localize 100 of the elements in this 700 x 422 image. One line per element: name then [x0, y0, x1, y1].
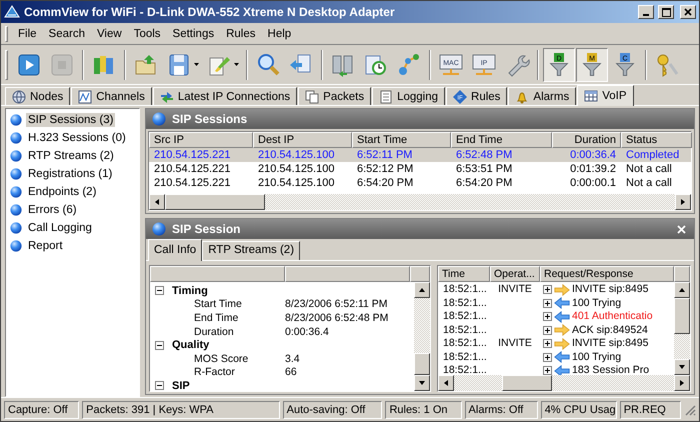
column-header[interactable] [285, 266, 410, 282]
column-header[interactable] [150, 266, 285, 282]
minimize-button[interactable] [638, 5, 654, 19]
maximize-button[interactable] [658, 5, 674, 19]
vertical-scrollbar[interactable] [674, 282, 690, 375]
column-header[interactable]: Dest IP [253, 132, 352, 148]
scroll-thumb[interactable] [674, 298, 690, 334]
tab[interactable]: Packets [298, 87, 372, 105]
scroll-left-icon[interactable] [153, 198, 161, 206]
vertical-scrollbar[interactable] [414, 282, 430, 391]
right-arrow-icon [554, 324, 570, 336]
expand-icon[interactable] [543, 285, 552, 294]
field-value: 66 [285, 366, 297, 378]
chart-icon [78, 90, 92, 104]
group-label[interactable]: Quality [164, 339, 210, 352]
table-cell: 183 Session Pro [572, 364, 650, 375]
tab[interactable]: Alarms [508, 87, 576, 105]
menu-item[interactable]: View [90, 26, 128, 42]
caret-icon [234, 63, 239, 66]
table-cell-text: 0:01:39.2 [569, 162, 617, 176]
expand-icon[interactable] [543, 352, 552, 362]
horizontal-scrollbar[interactable] [438, 375, 690, 391]
scroll-up-icon[interactable] [418, 286, 426, 294]
ball-icon [10, 204, 22, 216]
expand-icon[interactable] [543, 312, 552, 322]
menu-item[interactable]: Rules [220, 26, 262, 42]
sidebar-item[interactable]: Report [26, 238, 65, 252]
arrows-icon [160, 90, 174, 104]
close-button[interactable] [680, 5, 696, 19]
tab[interactable]: Logging [372, 87, 446, 105]
field-value: 3.4 [285, 352, 300, 365]
sidebar-item[interactable]: RTP Streams (2) [26, 148, 116, 162]
scroll-right-icon[interactable] [679, 198, 687, 206]
expand-icon[interactable] [543, 339, 552, 348]
maximize-icon [662, 8, 670, 16]
ball-icon [10, 132, 22, 144]
expand-icon[interactable] [543, 326, 552, 335]
column-header[interactable]: Operat... [490, 266, 540, 282]
tab[interactable]: Call Info [148, 239, 202, 261]
menu-item[interactable]: File [12, 26, 43, 42]
resize-grip-icon[interactable] [684, 404, 696, 416]
menu-item[interactable]: Search [42, 26, 91, 42]
close-icon [677, 224, 686, 234]
column-header[interactable]: Request/Response [540, 266, 674, 282]
scroll-down-icon[interactable] [678, 363, 686, 371]
stop-icon [49, 52, 75, 78]
column-header[interactable]: Duration [552, 132, 621, 148]
pages-icon [305, 90, 320, 104]
tab[interactable]: VoIP [577, 85, 634, 106]
menu-item[interactable]: Settings [166, 26, 220, 42]
table-cell: INVITE sip:8495 [572, 337, 648, 350]
sidebar-item[interactable]: SIP Sessions (3) [26, 112, 116, 126]
column-header[interactable]: Time [438, 266, 490, 282]
menu-item[interactable]: Help [262, 26, 298, 42]
status-text: Rules: 1 On [385, 400, 462, 418]
caret-icon [194, 63, 199, 66]
tab[interactable]: Latest IP Connections [152, 87, 298, 105]
sidebar-item[interactable]: Call Logging [26, 220, 94, 234]
collapse-icon[interactable] [155, 340, 164, 350]
tab[interactable]: Channels [71, 87, 152, 105]
scroll-right-icon[interactable] [678, 379, 686, 387]
field-value: 8/23/2006 6:52:48 PM [285, 312, 388, 324]
table-cell: INVITE [498, 283, 532, 296]
tab[interactable]: Nodes [5, 87, 70, 105]
field-name: R-Factor [194, 366, 236, 378]
expand-icon[interactable] [543, 298, 552, 308]
sidebar-item[interactable]: Endpoints (2) [26, 184, 98, 198]
network-icon [396, 52, 422, 78]
ball-icon [10, 168, 22, 180]
table-cell-text: 210.54.125.100 [257, 176, 336, 190]
expand-icon[interactable] [543, 366, 552, 375]
table-cell-text: 210.54.125.221 [153, 162, 232, 176]
sidebar-item[interactable]: Errors (6) [26, 202, 79, 216]
table-cell-text: 18:52:1... [442, 283, 488, 296]
menu-item[interactable]: Tools [128, 26, 167, 42]
table-cell-text: 210.54.125.100 [257, 162, 336, 176]
column-header[interactable]: End Time [451, 132, 552, 148]
group-label[interactable]: Timing [164, 284, 208, 297]
column-header[interactable]: Status [621, 132, 692, 148]
scroll-thumb[interactable] [502, 375, 552, 391]
table-cell-text: 18:52:1... [442, 337, 488, 350]
right-arrow-icon [554, 284, 570, 296]
scroll-left-icon[interactable] [442, 379, 450, 387]
scroll-thumb[interactable] [414, 353, 430, 375]
tab[interactable]: RTP Streams (2) [202, 241, 300, 260]
column-header[interactable]: Src IP [149, 132, 253, 148]
horizontal-scrollbar[interactable] [149, 194, 691, 210]
collapse-icon[interactable] [155, 286, 164, 296]
scroll-thumb[interactable] [165, 194, 265, 210]
column-header[interactable]: Start Time [352, 132, 451, 148]
group-label[interactable]: SIP [164, 380, 190, 391]
scroll-up-icon[interactable] [678, 286, 686, 294]
sidebar-item[interactable]: H.323 Sessions (0) [26, 130, 128, 144]
table-cell-text: 18:52:1... [442, 364, 488, 375]
sidebar-item[interactable]: Registrations (1) [26, 166, 114, 180]
collapse-icon[interactable] [155, 381, 164, 390]
table-cell: ACK sip:849524 [572, 324, 648, 337]
table-cell-text: 0:00:36.4 [569, 148, 617, 162]
scroll-down-icon[interactable] [418, 379, 426, 387]
play-icon [16, 52, 42, 78]
